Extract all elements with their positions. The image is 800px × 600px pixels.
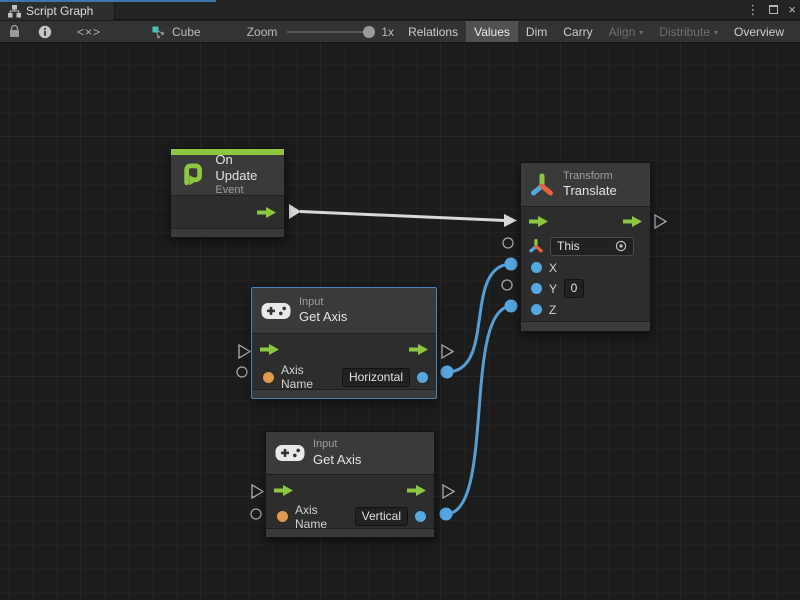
- node-on-update[interactable]: On Update Event: [170, 148, 285, 238]
- node-type-label: Input: [299, 296, 347, 310]
- node-title: Get Axis: [313, 452, 361, 468]
- axis-name-value-field[interactable]: Vertical: [355, 507, 408, 526]
- port-x-label: X: [549, 261, 557, 275]
- port-y-value-field[interactable]: 0: [564, 279, 584, 298]
- value-wire-horizontal-to-x[interactable]: [447, 264, 512, 372]
- tab-bar: Script Graph ⋮ ×: [0, 0, 800, 20]
- node-title: Get Axis: [299, 309, 347, 325]
- flow-wire[interactable]: [300, 212, 505, 221]
- port-axis-name-label: Axis Name: [281, 363, 335, 391]
- flow-output-port[interactable]: [443, 485, 454, 498]
- graph-canvas[interactable]: On Update Event: [0, 43, 800, 600]
- port-x[interactable]: [531, 262, 542, 273]
- port-result[interactable]: [415, 511, 426, 522]
- node-type-label: Input: [313, 438, 361, 452]
- node-get-axis-horizontal[interactable]: Input Get Axis Axis Name Horizontal: [251, 287, 437, 399]
- distribute-button[interactable]: Distribute ▾: [651, 21, 726, 42]
- tab-title: Script Graph: [26, 4, 93, 18]
- port-axis-name-label: Axis Name: [295, 503, 348, 531]
- tab-script-graph[interactable]: Script Graph: [0, 2, 115, 20]
- flow-output-port[interactable]: [442, 345, 453, 358]
- port-axis-name[interactable]: [277, 511, 288, 522]
- flow-output-port[interactable]: [655, 215, 666, 228]
- flow-arrow-out[interactable]: [409, 343, 428, 356]
- value-input-port-axis-name[interactable]: [251, 509, 261, 519]
- align-button[interactable]: Align ▾: [601, 21, 652, 42]
- port-z-label: Z: [549, 303, 556, 317]
- zoom-value: 1x: [379, 21, 400, 42]
- node-footer: [521, 321, 650, 331]
- zoom-slider-knob[interactable]: [363, 26, 375, 38]
- port-result[interactable]: [417, 372, 428, 383]
- value-input-port-x[interactable]: [505, 258, 518, 271]
- close-icon[interactable]: ×: [788, 2, 796, 18]
- axis-name-value-field[interactable]: Horizontal: [342, 368, 410, 387]
- flow-arrow-in[interactable]: [260, 343, 279, 356]
- info-button[interactable]: [29, 21, 61, 42]
- flow-arrow-out[interactable]: [407, 484, 426, 497]
- node-footer: [252, 389, 436, 398]
- flow-input-port[interactable]: [252, 485, 263, 498]
- value-wire-vertical-to-z[interactable]: [446, 306, 512, 514]
- code-view-button[interactable]: <×>: [61, 21, 117, 42]
- full-screen-button[interactable]: Full Screen: [792, 21, 800, 42]
- zoom-label: Zoom: [243, 21, 282, 42]
- zoom-slider[interactable]: [281, 21, 379, 42]
- port-z[interactable]: [531, 304, 542, 315]
- value-output-port[interactable]: [441, 366, 454, 379]
- graph-target-label: Cube: [172, 25, 201, 39]
- flow-arrow-out[interactable]: [623, 215, 642, 228]
- object-picker-icon[interactable]: [615, 240, 627, 252]
- lock-icon: [9, 25, 20, 38]
- port-y[interactable]: [531, 283, 542, 294]
- info-icon: [38, 25, 52, 39]
- value-output-port[interactable]: [440, 508, 453, 521]
- flow-input-port[interactable]: [239, 345, 250, 358]
- flow-port-connected-marker[interactable]: [289, 204, 301, 219]
- dropdown-arrow-icon: ▾: [714, 28, 718, 37]
- node-get-axis-vertical[interactable]: Input Get Axis Axis Name Vertical: [265, 431, 435, 538]
- graph-asset-icon: [151, 25, 166, 39]
- target-object-field[interactable]: This: [550, 237, 634, 256]
- value-input-port-y[interactable]: [502, 280, 512, 290]
- node-footer: [266, 528, 434, 537]
- maximize-icon[interactable]: [769, 2, 778, 18]
- transform-icon-small: [529, 239, 543, 253]
- code-view-icon: <×>: [77, 25, 101, 39]
- dropdown-arrow-icon: ▾: [639, 28, 643, 37]
- values-button[interactable]: Values: [466, 21, 518, 42]
- flow-wire-arrowhead: [504, 214, 517, 227]
- graph-target-button[interactable]: Cube: [143, 21, 209, 42]
- script-graph-window: Script Graph ⋮ × <×>: [0, 0, 800, 600]
- window-controls: ⋮ ×: [746, 2, 796, 18]
- update-loop-icon: [178, 160, 207, 190]
- gamepad-icon: [275, 443, 305, 463]
- overview-button[interactable]: Overview: [726, 21, 792, 42]
- relations-button[interactable]: Relations: [400, 21, 466, 42]
- flow-arrow-in[interactable]: [529, 215, 548, 228]
- dim-button[interactable]: Dim: [518, 21, 555, 42]
- port-y-label: Y: [549, 282, 557, 296]
- graph-toolbar: <×> Cube Zoom 1x Relations Values Dim Ca…: [0, 21, 800, 43]
- value-input-port-target[interactable]: [503, 238, 513, 248]
- gamepad-icon: [261, 301, 291, 321]
- value-input-port-axis-name[interactable]: [237, 367, 247, 377]
- node-type-label: Transform: [563, 170, 617, 184]
- flow-arrow-in[interactable]: [274, 484, 293, 497]
- value-input-port-z[interactable]: [505, 300, 518, 313]
- graph-tab-icon: [8, 5, 21, 18]
- port-axis-name[interactable]: [263, 372, 274, 383]
- node-title: Translate: [563, 183, 617, 199]
- node-footer: [171, 228, 284, 237]
- zoom-slider-track[interactable]: [287, 31, 373, 33]
- carry-button[interactable]: Carry: [555, 21, 600, 42]
- window-menu-icon[interactable]: ⋮: [746, 2, 759, 18]
- flow-arrow-out[interactable]: [257, 206, 276, 219]
- node-translate[interactable]: Transform Translate This: [520, 162, 651, 332]
- lock-button[interactable]: [0, 21, 29, 42]
- node-title: On Update: [215, 152, 277, 185]
- target-object-value: This: [557, 239, 580, 254]
- transform-icon: [529, 172, 555, 198]
